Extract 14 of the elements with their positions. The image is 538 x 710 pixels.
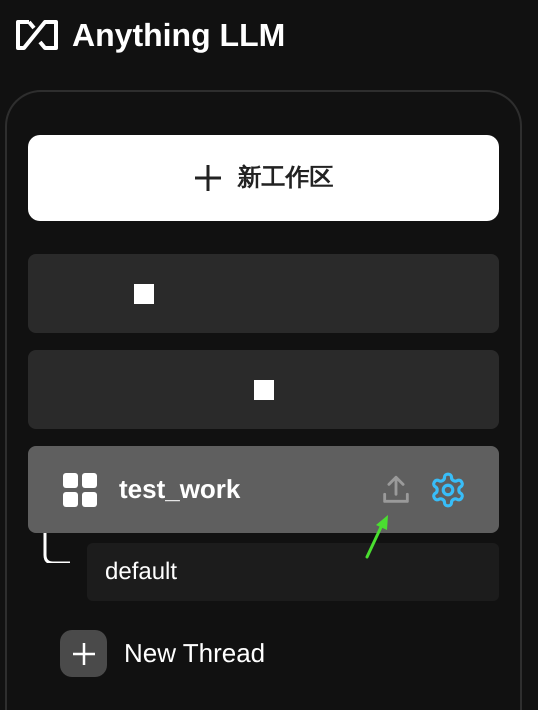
- new-thread-icon[interactable]: [60, 630, 107, 677]
- redaction-mark: [254, 380, 274, 400]
- logo-icon: [14, 19, 60, 51]
- new-thread-link[interactable]: New Thread: [124, 634, 266, 673]
- new-workspace-button[interactable]: 新工作区: [28, 135, 499, 221]
- plus-icon: [194, 164, 222, 192]
- redaction-mark: [134, 284, 154, 304]
- grid-icon: [63, 472, 97, 506]
- brand-name: Anything LLM: [72, 16, 286, 55]
- settings-icon[interactable]: [429, 470, 467, 508]
- arrow-icon: [364, 515, 390, 559]
- workspace-name: test_work: [119, 473, 240, 506]
- workspace-item[interactable]: test_work: [28, 446, 499, 533]
- thread-item[interactable]: default: [87, 543, 499, 601]
